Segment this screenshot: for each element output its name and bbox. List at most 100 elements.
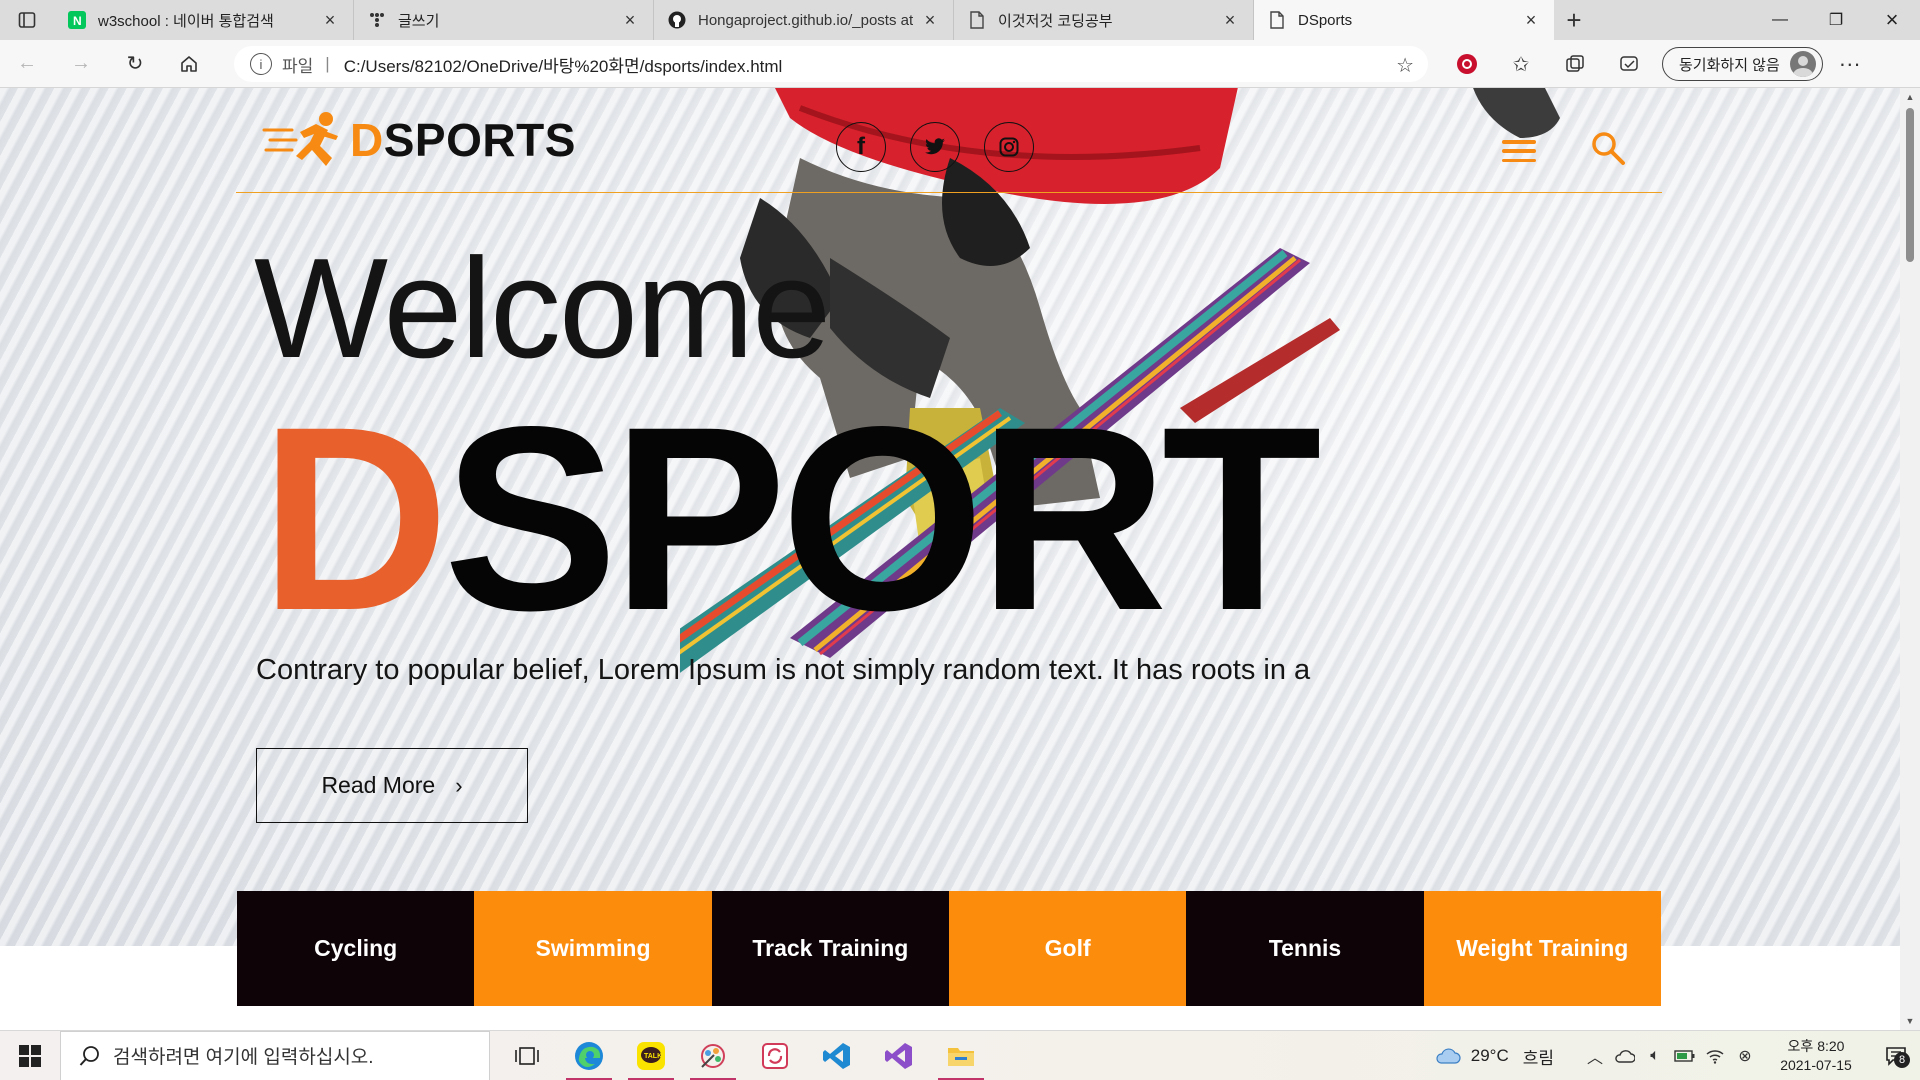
new-tab-button[interactable]: + xyxy=(1554,0,1594,40)
extension-button[interactable] xyxy=(1440,40,1494,88)
scroll-down-icon[interactable]: ▼ xyxy=(1900,1012,1920,1030)
taskbar-search-placeholder: 검색하려면 여기에 입력하십시오. xyxy=(113,1047,374,1068)
site-logo[interactable]: DSPORTS xyxy=(262,110,576,170)
collections-button[interactable] xyxy=(1548,40,1602,88)
toolbar-right: ✩ 동기화하지 않음 ··· xyxy=(1440,40,1877,88)
avatar xyxy=(1789,51,1816,77)
category-swimming[interactable]: Swimming xyxy=(474,891,712,1006)
back-button[interactable]: ← xyxy=(0,40,54,88)
scroll-up-icon[interactable]: ▲ xyxy=(1900,88,1920,106)
refresh-button[interactable]: ↻ xyxy=(108,40,162,88)
tab-title: Hongaproject.github.io/_posts at xyxy=(698,11,913,29)
vscode-icon xyxy=(823,1042,850,1069)
taskbar-visual-studio[interactable] xyxy=(868,1031,930,1080)
cloud-sync-icon xyxy=(1615,1050,1635,1063)
read-more-button[interactable]: Read More › xyxy=(256,748,528,823)
input-indicator-button[interactable]: ⊗ xyxy=(1730,1046,1760,1066)
window-controls: — ❐ × xyxy=(1752,0,1920,40)
settings-more-button[interactable]: ··· xyxy=(1823,40,1877,88)
tab-title: DSports xyxy=(1298,11,1353,29)
taskbar-kakaotalk[interactable]: TALK xyxy=(620,1031,682,1080)
close-window-button[interactable]: × xyxy=(1864,0,1920,40)
close-icon[interactable]: × xyxy=(1221,10,1239,30)
tray-overflow-button[interactable]: ︿ xyxy=(1580,1044,1610,1068)
feedback-button[interactable] xyxy=(1602,40,1656,88)
taskbar-vscode[interactable] xyxy=(806,1031,868,1080)
category-cycling[interactable]: Cycling xyxy=(237,891,475,1006)
instagram-icon xyxy=(999,137,1019,157)
category-track-training[interactable]: Track Training xyxy=(711,891,949,1006)
search-icon[interactable] xyxy=(1590,130,1626,166)
restore-button[interactable]: ❐ xyxy=(1808,0,1864,40)
github-icon xyxy=(668,11,686,29)
taskbar-clock[interactable]: 오후 8:20 2021-07-15 xyxy=(1766,1037,1866,1075)
onedrive-tray-button[interactable] xyxy=(1610,1048,1640,1064)
profile-button[interactable]: 동기화하지 않음 xyxy=(1662,47,1823,81)
task-view-button[interactable] xyxy=(496,1031,558,1080)
close-icon[interactable]: × xyxy=(921,10,939,30)
tab-coding-study[interactable]: 이것저것 코딩공부 × xyxy=(954,0,1254,40)
twitter-link[interactable] xyxy=(910,122,960,172)
taskbar-apps: TALK xyxy=(496,1031,992,1080)
favorites-icon: ✩ xyxy=(1512,53,1530,76)
site-header: DSPORTS f xyxy=(236,88,1662,193)
close-icon[interactable]: × xyxy=(621,10,639,30)
tab-write[interactable]: 글쓰기 × xyxy=(354,0,654,40)
notification-center-button[interactable]: 8 xyxy=(1872,1046,1920,1068)
kakaotalk-icon: TALK xyxy=(637,1041,665,1070)
more-icon: ··· xyxy=(1838,51,1861,76)
taskbar-paint[interactable] xyxy=(682,1031,744,1080)
volume-button[interactable]: 🔈︎ xyxy=(1640,1047,1670,1065)
tab-naver[interactable]: N w3school : 네이버 통합검색 × xyxy=(54,0,354,40)
forward-button[interactable]: → xyxy=(54,40,108,88)
close-icon[interactable]: × xyxy=(321,10,339,30)
tab-dsports[interactable]: DSports × xyxy=(1254,0,1554,40)
category-label: Tennis xyxy=(1268,935,1342,961)
extension-icon xyxy=(1457,54,1477,74)
tab-github[interactable]: Hongaproject.github.io/_posts at × xyxy=(654,0,954,40)
facebook-link[interactable]: f xyxy=(836,122,886,172)
plus-icon: + xyxy=(1566,4,1582,35)
minimize-button[interactable]: — xyxy=(1752,0,1808,40)
instagram-link[interactable] xyxy=(984,122,1034,172)
add-favorite-icon[interactable]: ☆ xyxy=(1396,53,1414,78)
hamburger-menu-icon[interactable] xyxy=(1502,140,1536,162)
svg-text:N: N xyxy=(73,14,82,28)
info-icon[interactable]: i xyxy=(250,53,272,75)
tab-actions-button[interactable] xyxy=(0,0,54,40)
favorites-button[interactable]: ✩ xyxy=(1494,40,1548,88)
wifi-button[interactable] xyxy=(1700,1048,1730,1064)
wifi-icon xyxy=(1706,1050,1724,1064)
close-icon[interactable]: × xyxy=(1522,10,1540,30)
category-tennis[interactable]: Tennis xyxy=(1186,891,1424,1006)
hero-title: DSPORT xyxy=(260,388,1322,650)
url-text[interactable]: C:/Users/82102/OneDrive/바탕%20화면/dsports/… xyxy=(344,52,783,77)
home-button[interactable] xyxy=(162,40,216,88)
close-icon: × xyxy=(1885,7,1899,32)
taskbar-search-input[interactable]: 검색하려면 여기에 입력하십시오. xyxy=(60,1030,490,1080)
chevron-up-icon: ︿ xyxy=(1586,1050,1603,1067)
twitter-icon xyxy=(925,138,945,155)
hero-title-accent: D xyxy=(260,372,449,665)
battery-icon xyxy=(1674,1050,1695,1062)
taskbar-edge[interactable] xyxy=(558,1031,620,1080)
battery-button[interactable] xyxy=(1670,1049,1700,1063)
start-button[interactable] xyxy=(0,1031,60,1080)
scrollbar-thumb[interactable] xyxy=(1906,108,1914,262)
taskbar-sync-app[interactable] xyxy=(744,1031,806,1080)
runner-logo-icon xyxy=(262,112,338,166)
chevron-right-icon: › xyxy=(455,772,463,798)
category-weight-training[interactable]: Weight Training xyxy=(1423,891,1661,1006)
search-icon xyxy=(79,1045,99,1066)
category-golf[interactable]: Golf xyxy=(948,891,1187,1006)
tab-title: w3school : 네이버 통합검색 xyxy=(98,12,274,30)
page-icon xyxy=(968,11,986,29)
read-more-label: Read More xyxy=(321,772,436,798)
address-bar[interactable]: i 파일 | C:/Users/82102/OneDrive/바탕%20화면/d… xyxy=(234,46,1428,82)
folder-icon xyxy=(948,1047,974,1066)
hero-title-rest: SPORT xyxy=(443,372,1322,665)
restore-icon: ❐ xyxy=(1828,12,1844,29)
taskbar-file-explorer[interactable] xyxy=(930,1031,992,1080)
weather-widget[interactable]: 29°C 흐림 xyxy=(1435,1044,1554,1069)
page-scrollbar[interactable]: ▲ ▼ xyxy=(1900,88,1920,1030)
